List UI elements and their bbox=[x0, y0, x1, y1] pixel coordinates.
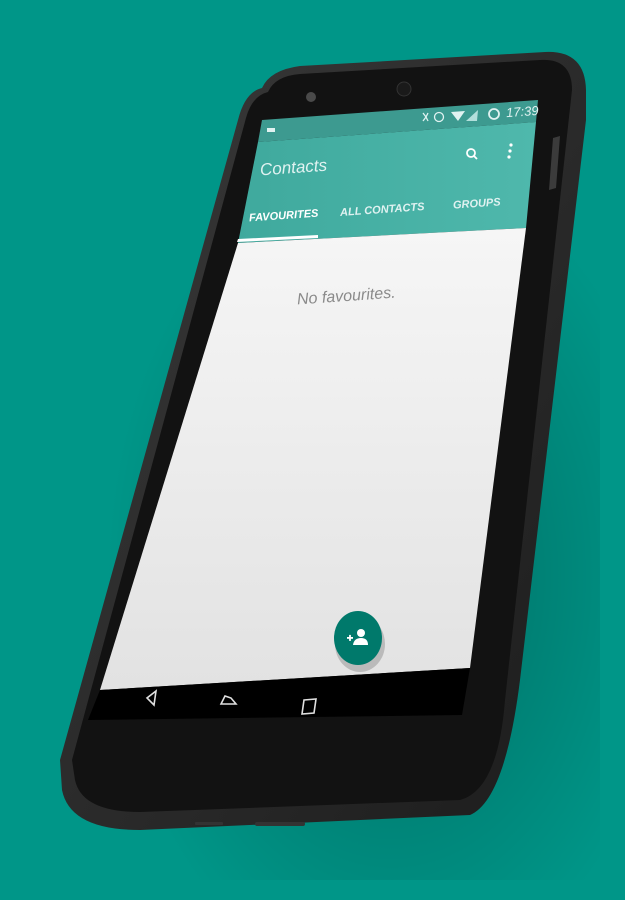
tab-groups[interactable]: GROUPS bbox=[453, 196, 501, 211]
phone-device: 17:39 Contacts FAVOURITES ALL CONTACTS G… bbox=[0, 0, 625, 900]
tab-favourites[interactable]: FAVOURITES bbox=[249, 208, 319, 225]
empty-state-message: No favourites. bbox=[296, 284, 397, 309]
status-time: 17:39 bbox=[505, 102, 540, 121]
app-title: Contacts bbox=[259, 155, 328, 180]
tab-all-contacts[interactable]: ALL CONTACTS bbox=[340, 201, 425, 219]
